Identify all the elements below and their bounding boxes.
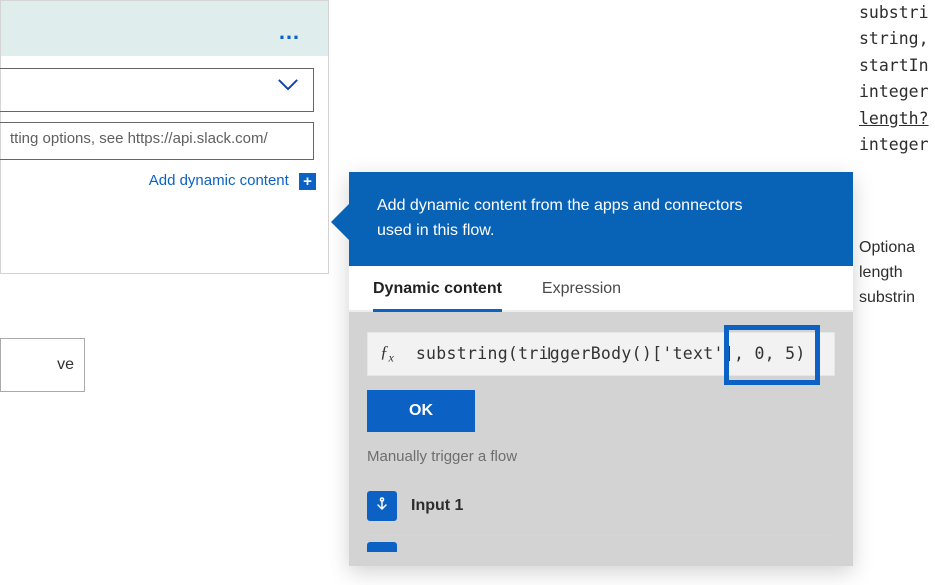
dynamic-content-item-label: Input 1 xyxy=(411,497,463,515)
divider xyxy=(367,535,835,536)
add-dynamic-content-link[interactable]: Add dynamic content + xyxy=(1,172,316,190)
code-line: length? xyxy=(859,106,935,132)
desc-line: length xyxy=(859,261,935,286)
flyout-header: Add dynamic content from the apps and co… xyxy=(349,172,853,266)
card-header: … xyxy=(1,1,328,56)
expression-area: ƒx substring(triIggerBody()['text'], 0, … xyxy=(349,312,853,566)
code-line: substri xyxy=(859,0,935,26)
flyout-header-line1: Add dynamic content from the apps and co… xyxy=(377,194,825,219)
code-line: integer xyxy=(859,132,935,158)
syntax-hint-code: substri string, startIn integer length? … xyxy=(859,0,935,158)
flyout-panel: Add dynamic content from the apps and co… xyxy=(349,172,853,566)
dynamic-content-flyout: Add dynamic content from the apps and co… xyxy=(349,172,853,566)
input-icon-partial xyxy=(367,542,397,552)
expression-input[interactable]: ƒx substring(triIggerBody()['text'], 0, … xyxy=(367,332,835,376)
input-icon xyxy=(367,491,397,521)
code-line: integer xyxy=(859,79,935,105)
syntax-hint-description: Optiona length substrin xyxy=(859,236,935,310)
flyout-tabs: Dynamic content Expression xyxy=(349,266,853,312)
save-button-label: ve xyxy=(57,356,74,373)
more-menu-icon[interactable]: … xyxy=(278,19,304,45)
trigger-section-title: Manually trigger a flow xyxy=(367,448,835,465)
desc-line: Optiona xyxy=(859,236,935,261)
desc-line: substrin xyxy=(859,286,935,311)
add-dynamic-content-label: Add dynamic content xyxy=(149,172,289,189)
text-input[interactable]: tting options, see https://api.slack.com… xyxy=(0,122,314,160)
expression-text: substring(triIggerBody()['text'], 0, 5) xyxy=(416,344,806,364)
dropdown-field[interactable] xyxy=(0,68,314,112)
tab-expression[interactable]: Expression xyxy=(542,280,621,310)
input-placeholder: tting options, see https://api.slack.com… xyxy=(10,130,268,147)
tab-dynamic-content[interactable]: Dynamic content xyxy=(373,280,502,310)
save-button[interactable]: ve xyxy=(0,338,85,392)
ok-button[interactable]: OK xyxy=(367,390,475,432)
flyout-header-line2: used in this flow. xyxy=(377,219,825,244)
action-card: … tting options, see https://api.slack.c… xyxy=(0,0,329,274)
callout-beak xyxy=(331,204,349,240)
code-line: string, xyxy=(859,26,935,52)
chevron-down-icon xyxy=(277,78,299,91)
code-line: startIn xyxy=(859,53,935,79)
plus-icon: + xyxy=(299,173,316,190)
dynamic-content-item[interactable]: Input 1 xyxy=(367,491,835,521)
fx-icon: ƒx xyxy=(380,342,394,365)
